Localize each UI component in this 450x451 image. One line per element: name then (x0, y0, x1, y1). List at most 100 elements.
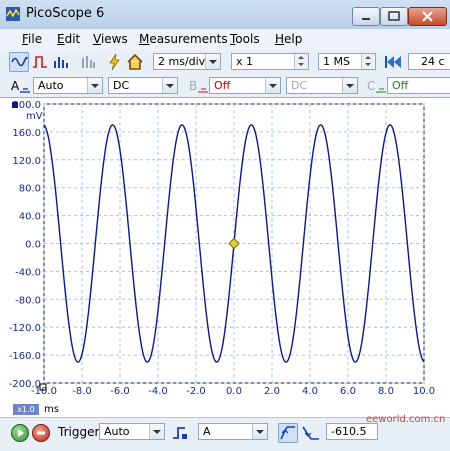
probe-icon (82, 56, 95, 68)
picoscope-app-icon (6, 7, 20, 21)
channel-b-coupling: DC (291, 79, 308, 92)
channel-a-range-select[interactable]: Auto (33, 77, 103, 94)
y-tick-label: 120.0 (12, 156, 41, 167)
timebase-select[interactable]: 2 ms/div (153, 53, 221, 70)
channel-a-range: Auto (38, 79, 64, 92)
watermark: eeworld.com.cn (366, 414, 446, 425)
x-tick-label: -10.0 (31, 386, 57, 397)
rewind-icon (385, 56, 401, 68)
trigger-source-select[interactable]: A (198, 423, 268, 440)
menu-tools[interactable]: Tools (230, 32, 260, 46)
channel-a-coupling-select[interactable]: DC (108, 77, 178, 94)
window-title: PicoScope 6 (26, 6, 105, 21)
channel-c-icon: C (367, 79, 386, 93)
rewind-button[interactable] (383, 52, 403, 72)
channel-c-state: Off (392, 79, 409, 92)
svg-text:C: C (367, 79, 375, 93)
ruler-handle-top-icon[interactable] (12, 102, 18, 108)
channel-a-icon: A (11, 79, 30, 93)
x-tick-label: -8.0 (72, 386, 92, 397)
chevron-down-icon[interactable] (252, 424, 267, 439)
buffer-value: 24 c (421, 55, 445, 68)
y-tick-label: 80.0 (19, 184, 41, 195)
chevron-down-icon[interactable] (205, 54, 220, 69)
chevron-down-icon[interactable] (162, 78, 177, 93)
y-tick-label: -120.0 (9, 323, 41, 334)
x-tick-label: 0.0 (226, 386, 242, 397)
channel-c-state-select[interactable]: Off (387, 77, 450, 94)
close-icon (422, 11, 433, 22)
x-tick-label: -4.0 (148, 386, 168, 397)
stop-button[interactable] (32, 424, 50, 442)
signal-generator-button[interactable] (105, 52, 125, 72)
chevron-down-icon[interactable] (342, 78, 357, 93)
menu-file[interactable]: File (22, 32, 42, 46)
home-button[interactable] (125, 52, 145, 72)
trigger-label: Trigger (58, 425, 100, 439)
pulse-icon (33, 56, 47, 68)
falling-edge-button[interactable] (301, 423, 321, 443)
close-button[interactable] (408, 7, 447, 26)
channel-a-coupling: DC (113, 79, 130, 92)
oscilloscope-plot: 200.0160.0120.080.040.00.0-40.0-80.0-120… (9, 100, 435, 397)
svg-text:A: A (11, 79, 20, 93)
trigger-mode: Auto (104, 425, 130, 438)
y-tick-label: 160.0 (12, 128, 41, 139)
y-tick-label: -40.0 (15, 267, 41, 278)
zoom-value: x 1 (236, 55, 254, 68)
lightning-icon (109, 53, 120, 71)
sine-wave-icon (11, 56, 28, 67)
chevron-down-icon[interactable] (265, 78, 280, 93)
y-tick-label: -80.0 (15, 295, 41, 306)
maximize-button[interactable] (380, 7, 408, 26)
channel-b-state-select[interactable]: Off (209, 77, 281, 94)
main-toolbar: 2 ms/div x 1 1 MS 24 c (0, 50, 450, 76)
trigger-mode-select[interactable]: Auto (99, 423, 165, 440)
buffer-navigator[interactable]: 24 c (408, 53, 450, 70)
samples-value: 1 MS (323, 55, 350, 68)
x-tick-label: 2.0 (264, 386, 280, 397)
chevron-down-icon[interactable] (87, 78, 102, 93)
spin-arrows-icon[interactable] (294, 54, 308, 69)
play-icon (18, 429, 24, 437)
minimize-button[interactable] (352, 7, 380, 26)
rising-edge-button[interactable] (278, 423, 298, 443)
scope-view[interactable]: 200.0 160.0 120.0 80.0 40.0 0.0 -40.0 -80.0 -120… (0, 97, 450, 418)
channel-b-coupling-select[interactable]: DC (286, 77, 358, 94)
minimize-icon (362, 18, 370, 20)
title-bar: PicoScope 6 (0, 0, 450, 30)
x-tick-label: 6.0 (340, 386, 356, 397)
scope-mode-button[interactable] (9, 52, 29, 72)
svg-text:B: B (189, 79, 197, 93)
start-button[interactable] (11, 424, 29, 442)
picoscope-window: PicoScope 6 File Edit Views Measurements… (0, 0, 450, 451)
x-tick-label: 10.0 (413, 386, 435, 397)
x-tick-label: 8.0 (378, 386, 394, 397)
timebase-value: 2 ms/div (158, 55, 206, 68)
y-axis-unit: mV (26, 111, 43, 122)
chevron-down-icon[interactable] (149, 424, 164, 439)
trigger-level-field[interactable]: -610.5 (326, 423, 378, 440)
spin-arrows-icon[interactable] (361, 54, 375, 69)
menu-views[interactable]: Views (93, 32, 128, 46)
channel-b-icon: B (189, 79, 208, 93)
channel-toolbar: A Auto DC B Off DC C Off (0, 75, 450, 98)
rising-edge-icon (280, 426, 295, 440)
trigger-level: -610.5 (331, 425, 367, 438)
samples-stepper[interactable]: 1 MS (318, 53, 376, 70)
spectrum-mode-button[interactable] (52, 52, 72, 72)
menu-measurements[interactable]: Measurements (139, 32, 228, 46)
x-axis-tick-labels: -10.0 -8.0 -6.0 -4.0 -2.0 0.0 2.0 4.0 6.0 8.0 10.0 (31, 386, 435, 397)
menu-edit[interactable]: Edit (57, 32, 80, 46)
trigger-edge-icon (173, 427, 187, 439)
x-axis-unit: ms (44, 404, 59, 415)
menu-bar: File Edit Views Measurements Tools Help (0, 29, 450, 51)
persistence-mode-button[interactable] (31, 52, 51, 72)
menu-help[interactable]: Help (275, 32, 302, 46)
advanced-trigger-button[interactable] (170, 423, 190, 443)
x-tick-label: -6.0 (110, 386, 130, 397)
probe-button[interactable] (79, 52, 99, 72)
zoom-stepper[interactable]: x 1 (231, 53, 309, 70)
stop-icon (37, 431, 45, 435)
x-tick-label: 4.0 (302, 386, 318, 397)
